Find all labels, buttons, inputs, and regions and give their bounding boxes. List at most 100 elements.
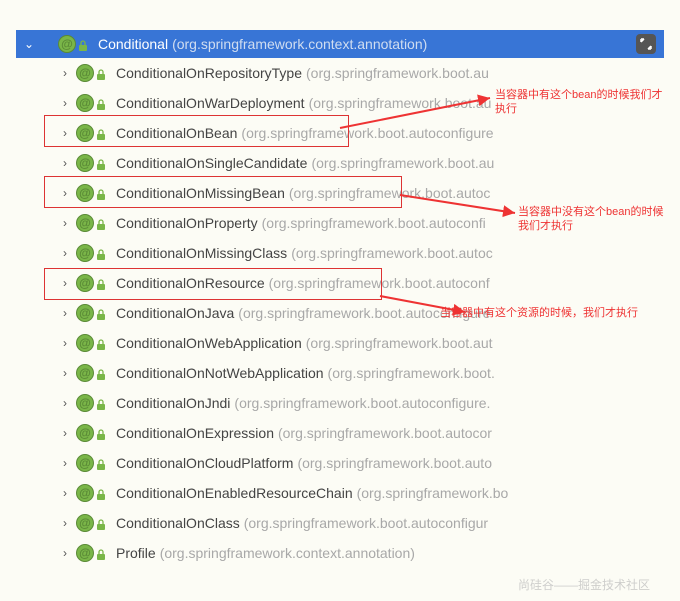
annotation-icon-group: @ [76, 64, 106, 82]
tree-item[interactable]: ›@ConditionalOnClass(org.springframework… [16, 508, 664, 538]
expand-arrow-icon[interactable]: › [56, 306, 74, 320]
tree-items: ›@ConditionalOnRepositoryType(org.spring… [16, 58, 664, 568]
item-package: (org.springframework.boot.autoconf [269, 275, 490, 291]
annotation-icon-group: @ [76, 304, 106, 322]
tree-item[interactable]: ›@ ConditionalOnWebApplication(org.spring… [16, 328, 664, 358]
lock-icon [96, 219, 106, 231]
item-package: (org.springframework.boot.autoconfigure [238, 305, 490, 321]
expand-arrow-icon[interactable]: › [56, 546, 74, 560]
item-class-name: ConditionalOnExpression [116, 425, 274, 441]
expand-arrow-icon[interactable]: › [56, 276, 74, 290]
expand-arrow-icon[interactable]: › [56, 156, 74, 170]
expand-arrow-icon[interactable]: › [56, 246, 74, 260]
tree-item[interactable]: ›@ ConditionalOnResource(org.springframew… [16, 268, 664, 298]
lock-icon [96, 129, 106, 141]
annotation-icon-group: @ [76, 274, 106, 292]
item-class-name: ConditionalOnCloudPlatform [116, 455, 293, 471]
tree-item[interactable]: ›@ConditionalOnJndi(org.springframework.… [16, 388, 664, 418]
expand-arrow-icon[interactable]: › [56, 336, 74, 350]
expand-arrow-icon[interactable]: › [56, 186, 74, 200]
item-class-name: ConditionalOnNotWebApplication [116, 365, 324, 381]
lock-icon [96, 549, 106, 561]
expand-arrow-icon[interactable]: › [56, 456, 74, 470]
expand-arrow-icon[interactable]: › [56, 516, 74, 530]
at-icon: @ [76, 484, 94, 502]
lock-icon [96, 99, 106, 111]
item-class-name: ConditionalOnWebApplication [116, 335, 302, 351]
item-package: (org.springframework.boot.autoc [291, 245, 493, 261]
tree-item[interactable]: ›@ConditionalOnProperty(org.springframew… [16, 208, 664, 238]
annotation-icon-group: @ [76, 364, 106, 382]
header-class-name: Conditional [98, 36, 168, 52]
annotation-icon-group: @ [76, 244, 106, 262]
tree-item[interactable]: ›@Profile(org.springframework.context.an… [16, 538, 664, 568]
item-package: (org.springframework.boot. [328, 365, 495, 381]
lock-icon [96, 399, 106, 411]
expand-arrow-icon[interactable]: › [56, 486, 74, 500]
tree-item[interactable]: ›@ConditionalOnMissingBean(org.springfra… [16, 178, 664, 208]
at-icon: @ [76, 94, 94, 112]
tree-item[interactable]: ›@ ConditionalOnWarDeployment(org.springf… [16, 88, 664, 118]
item-package: (org.springframework.boot.au [306, 65, 489, 81]
at-icon: @ [76, 394, 94, 412]
expand-arrow-icon[interactable]: › [56, 96, 74, 110]
at-icon: @ [76, 364, 94, 382]
item-package: (org.springframework.bo [357, 485, 509, 501]
tree-header-row[interactable]: ⌄ @ Conditional (org.springframework.con… [16, 30, 664, 58]
item-package: (org.springframework.boot.autoconfi [262, 215, 486, 231]
item-package: (org.springframework.boot.autoconfigure [241, 125, 493, 141]
tree-item[interactable]: ›@ ConditionalOnCloudPlatform(org.springf… [16, 448, 664, 478]
expand-arrow-icon[interactable]: › [56, 426, 74, 440]
annotation-icon-group: @ [76, 154, 106, 172]
at-icon: @ [76, 454, 94, 472]
annotation-icon-group: @ [76, 214, 106, 232]
annotation-icon-group: @ [76, 484, 106, 502]
tree-item[interactable]: ›@ ConditionalOnNotWebApplication(org.spr… [16, 358, 664, 388]
item-class-name: ConditionalOnResource [116, 275, 265, 291]
item-package: (org.springframework.boot.au [309, 95, 492, 111]
at-icon: @ [76, 124, 94, 142]
item-class-name: ConditionalOnJava [116, 305, 234, 321]
item-class-name: ConditionalOnSingleCandidate [116, 155, 307, 171]
annotation-icon-group: @ [76, 334, 106, 352]
tree-item[interactable]: ›@ConditionalOnExpression(org.springfram… [16, 418, 664, 448]
item-class-name: ConditionalOnWarDeployment [116, 95, 305, 111]
lock-icon [96, 69, 106, 81]
item-package: (org.springframework.boot.aut [306, 335, 493, 351]
expand-arrow-icon[interactable]: › [56, 396, 74, 410]
expand-arrow-icon[interactable]: › [56, 366, 74, 380]
expand-button[interactable] [636, 34, 656, 54]
item-class-name: ConditionalOnBean [116, 125, 237, 141]
lock-icon [96, 249, 106, 261]
at-icon: @ [76, 244, 94, 262]
annotation-icon-group: @ [76, 94, 106, 112]
at-icon: @ [76, 544, 94, 562]
lock-icon [96, 339, 106, 351]
annotation-icon-group: @ [76, 424, 106, 442]
item-package: (org.springframework.boot.auto [297, 455, 492, 471]
expand-arrow-icon[interactable]: › [56, 126, 74, 140]
annotation-icon-group: @ [76, 544, 106, 562]
annotation-icon-group: @ [76, 394, 106, 412]
at-icon: @ [76, 274, 94, 292]
lock-icon [96, 519, 106, 531]
annotation-icon-group: @ [76, 124, 106, 142]
item-class-name: ConditionalOnRepositoryType [116, 65, 302, 81]
expand-arrow-icon[interactable]: › [56, 216, 74, 230]
tree-item[interactable]: ›@ ConditionalOnSingleCandidate(org.sprin… [16, 148, 664, 178]
expand-arrow-icon[interactable]: › [56, 66, 74, 80]
item-package: (org.springframework.boot.autoconfigure. [234, 395, 490, 411]
tree-item[interactable]: ›@ConditionalOnEnabledResourceChain(org.… [16, 478, 664, 508]
tree-item[interactable]: ›@ ConditionalOnJava(org.springframework.… [16, 298, 664, 328]
annotation-icon-group: @ [76, 514, 106, 532]
tree-item[interactable]: ›@ ConditionalOnRepositoryType(org.spring… [16, 58, 664, 88]
collapse-arrow-icon[interactable]: ⌄ [20, 37, 38, 51]
tree-item[interactable]: ›@ConditionalOnMissingClass(org.springfr… [16, 238, 664, 268]
tree-item[interactable]: ›@ ConditionalOnBean(org.springframework.… [16, 118, 664, 148]
lock-icon [96, 279, 106, 291]
annotation-icon-group: @ [76, 454, 106, 472]
item-package: (org.springframework.boot.au [311, 155, 494, 171]
at-icon: @ [58, 35, 76, 53]
watermark: 尚硅谷——掘金技术社区 [518, 576, 650, 593]
lock-icon [96, 159, 106, 171]
